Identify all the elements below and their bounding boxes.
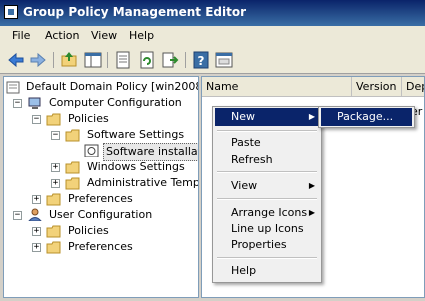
- menu-item-label: Arrange Icons: [231, 206, 308, 219]
- new-submenu: Package...: [318, 106, 415, 128]
- svg-text:?: ?: [198, 54, 205, 68]
- tree-label: Policies: [68, 112, 109, 125]
- column-header-dep[interactable]: Dep: [402, 77, 424, 97]
- show-hide-tree-icon[interactable]: [83, 50, 103, 70]
- context-menu: New ▶ Paste Refresh View ▶ Arrange Icons…: [212, 106, 322, 283]
- menu-item-label: View: [231, 179, 258, 192]
- back-icon[interactable]: [6, 50, 26, 70]
- console-tree: Default Domain Policy [win2008.wir − Com…: [3, 76, 199, 298]
- menu-divider: [217, 130, 317, 132]
- menu-item-paste[interactable]: Paste: [215, 134, 319, 152]
- menu-item-package[interactable]: Package...: [321, 108, 412, 126]
- submenu-arrow-icon: ▶: [308, 181, 315, 190]
- tree-label: Windows Settings: [87, 160, 185, 173]
- tree-label: Administrative Templat: [87, 176, 198, 189]
- policy-icon: [6, 81, 20, 94]
- menu-item-new[interactable]: New ▶: [215, 108, 319, 126]
- menu-bar: File Action View Help: [0, 26, 425, 46]
- folder-icon: [46, 225, 61, 238]
- menu-item-view[interactable]: View ▶: [215, 177, 319, 195]
- tree-label: User Configuration: [49, 208, 153, 221]
- console-icon[interactable]: [214, 50, 234, 70]
- up-icon[interactable]: [59, 50, 79, 70]
- menu-item-label: Refresh: [231, 153, 273, 166]
- collapse-icon[interactable]: −: [13, 211, 22, 220]
- tree-label: Software Settings: [87, 128, 185, 141]
- toolbar-separator: [185, 52, 186, 68]
- menu-help[interactable]: Help: [129, 29, 154, 42]
- folder-icon: [65, 129, 80, 142]
- tree-root-label: Default Domain Policy [win2008.wir: [26, 80, 198, 93]
- expand-icon[interactable]: +: [51, 179, 60, 188]
- toolbar-separator: [107, 52, 108, 68]
- properties-icon[interactable]: [113, 50, 133, 70]
- menu-file[interactable]: File: [12, 29, 30, 42]
- expand-icon[interactable]: +: [32, 195, 41, 204]
- tree-label: Preferences: [68, 240, 133, 253]
- expand-icon[interactable]: +: [32, 227, 41, 236]
- folder-icon: [65, 177, 80, 190]
- forward-icon[interactable]: [28, 50, 48, 70]
- help-icon[interactable]: ?: [191, 50, 211, 70]
- menu-item-help[interactable]: Help: [215, 262, 319, 280]
- collapse-icon[interactable]: −: [13, 99, 22, 108]
- title-bar: Group Policy Management Editor: [0, 0, 425, 26]
- menu-item-properties[interactable]: Properties: [215, 236, 319, 254]
- folder-icon: [46, 241, 61, 254]
- computer-icon: [28, 97, 41, 109]
- column-header-version[interactable]: Version: [352, 77, 402, 97]
- user-icon: [28, 208, 42, 221]
- tree-label: Preferences: [68, 192, 133, 205]
- collapse-icon[interactable]: −: [32, 115, 41, 124]
- software-installation-icon: [84, 144, 99, 157]
- refresh-icon[interactable]: [137, 50, 157, 70]
- menu-item-refresh[interactable]: Refresh: [215, 151, 319, 169]
- menu-view[interactable]: View: [91, 29, 117, 42]
- menu-divider: [217, 198, 317, 200]
- menu-item-label: Help: [231, 264, 257, 277]
- toolbar-separator: [53, 52, 54, 68]
- tree-label: Computer Configuration: [49, 96, 182, 109]
- folder-icon: [65, 161, 80, 174]
- expand-icon[interactable]: +: [51, 163, 60, 172]
- menu-item-label: Properties: [231, 238, 287, 251]
- tree-label: Policies: [68, 224, 109, 237]
- menu-item-label: Paste: [231, 136, 261, 149]
- window-title: Group Policy Management Editor: [23, 5, 247, 19]
- toolbar: ?: [0, 46, 425, 74]
- submenu-arrow-icon: ▶: [308, 112, 315, 121]
- folder-icon: [46, 113, 61, 126]
- collapse-icon[interactable]: −: [51, 131, 60, 140]
- menu-item-label: Line up Icons: [231, 222, 304, 235]
- gpme-app-icon: [4, 5, 18, 19]
- menu-item-label: New: [231, 110, 255, 123]
- expand-icon[interactable]: +: [32, 243, 41, 252]
- menu-action[interactable]: Action: [45, 29, 79, 42]
- menu-divider: [217, 257, 317, 259]
- column-header-name[interactable]: Name: [202, 77, 352, 97]
- export-icon[interactable]: [160, 50, 180, 70]
- folder-icon: [46, 193, 61, 206]
- menu-divider: [217, 171, 317, 173]
